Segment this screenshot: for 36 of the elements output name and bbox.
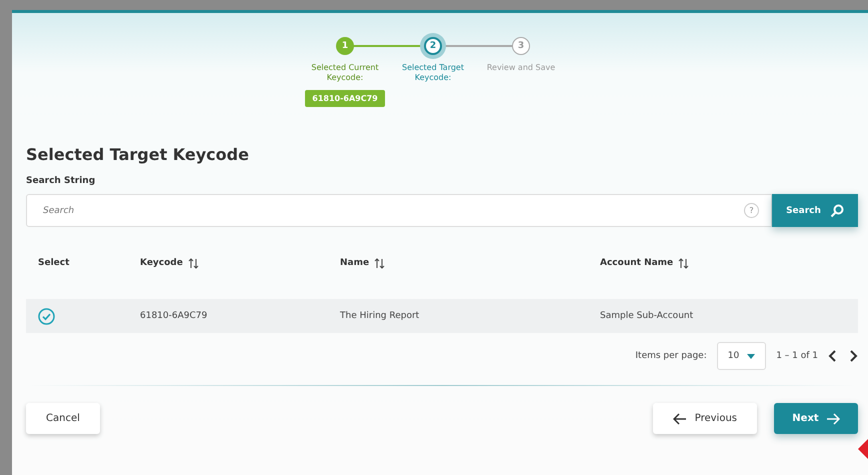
next-page-icon[interactable] bbox=[848, 350, 858, 362]
help-button[interactable]: ? bbox=[744, 203, 759, 218]
table-cell: 61810-6A9C79 bbox=[140, 311, 208, 321]
step-number: 1 bbox=[336, 37, 354, 55]
page-size-select[interactable]: 10 bbox=[716, 342, 766, 370]
previous-page-icon[interactable] bbox=[828, 350, 838, 362]
next-button[interactable]: Next bbox=[774, 403, 858, 434]
sort-icon[interactable] bbox=[188, 258, 199, 268]
step-label: Selected Target Keycode: bbox=[401, 63, 465, 83]
page-range: 1 – 1 of 1 bbox=[776, 351, 818, 361]
step-label: Selected Current Keycode: bbox=[310, 63, 380, 83]
search-icon bbox=[830, 204, 844, 218]
keycode-chip: 61810-6A9C79 bbox=[305, 90, 385, 107]
column-header[interactable]: Account Name bbox=[600, 258, 674, 268]
caret-icon bbox=[747, 354, 756, 358]
section-heading: Selected Target Keycode bbox=[26, 144, 250, 164]
table-cell: Sample Sub-Account bbox=[600, 311, 694, 321]
step-number: 3 bbox=[512, 37, 530, 55]
search-button[interactable]: Search bbox=[772, 194, 858, 227]
table-cell: The Hiring Report bbox=[340, 311, 420, 321]
sort-icon[interactable] bbox=[374, 258, 386, 268]
cancel-button[interactable]: Cancel bbox=[26, 403, 100, 434]
sort-icon[interactable] bbox=[678, 258, 690, 268]
column-header[interactable]: Select bbox=[38, 258, 70, 268]
table-row[interactable]: 61810-6A9C79 The Hiring Report Sample Sub-Account bbox=[26, 299, 858, 333]
search-field[interactable]: Search ? bbox=[26, 194, 772, 227]
column-header[interactable]: Keycode bbox=[140, 258, 183, 268]
column-header[interactable]: Name bbox=[340, 258, 370, 268]
arrow-right-icon bbox=[826, 412, 840, 424]
previous-button[interactable]: Previous bbox=[652, 403, 757, 434]
pointer-arrow-icon bbox=[858, 439, 868, 459]
step-label: Review and Save bbox=[486, 63, 556, 73]
arrow-left-icon bbox=[672, 412, 687, 424]
field-label: Search String bbox=[26, 176, 96, 186]
items-per-page-label: Items per page: bbox=[635, 351, 707, 361]
check-circle-icon[interactable] bbox=[38, 308, 55, 324]
